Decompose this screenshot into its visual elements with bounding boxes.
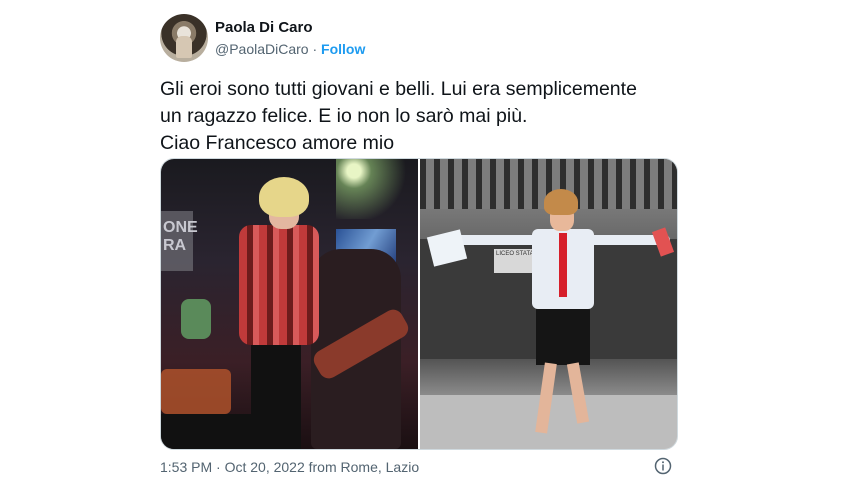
tweet-card: Paola Di Caro @PaolaDiCaro · Follow Gli … bbox=[0, 0, 844, 480]
stage-monitor bbox=[161, 414, 261, 449]
follow-button[interactable]: Follow bbox=[321, 41, 365, 57]
photo-concert[interactable]: ONE RA bbox=[161, 159, 426, 449]
avatar[interactable] bbox=[160, 14, 208, 62]
singer-hair bbox=[259, 177, 309, 217]
tweet-text: Gli eroi sono tutti giovani e belli. Lui… bbox=[160, 78, 637, 154]
tweet-timestamp[interactable]: 1:53 PM · Oct 20, 2022 from Rome, Lazio bbox=[160, 459, 419, 475]
author-handle-row: @PaolaDiCaro · Follow bbox=[215, 41, 365, 57]
singer-shirt bbox=[239, 225, 319, 345]
red-tie bbox=[559, 233, 567, 297]
boy-hair bbox=[544, 189, 578, 215]
separator: · bbox=[312, 41, 318, 57]
author-name[interactable]: Paola Di Caro bbox=[215, 19, 313, 36]
media-grid: ONE RA LICEO STATALE bbox=[160, 158, 678, 450]
info-icon[interactable] bbox=[654, 457, 672, 475]
banner-text: ONE RA bbox=[163, 219, 198, 254]
author-handle[interactable]: @PaolaDiCaro bbox=[215, 41, 309, 57]
stage-light bbox=[336, 159, 426, 219]
boy-shorts bbox=[536, 309, 590, 365]
drum-kit bbox=[161, 369, 231, 414]
drummer bbox=[181, 299, 211, 339]
photo-school[interactable]: LICEO STATALE bbox=[420, 159, 677, 449]
